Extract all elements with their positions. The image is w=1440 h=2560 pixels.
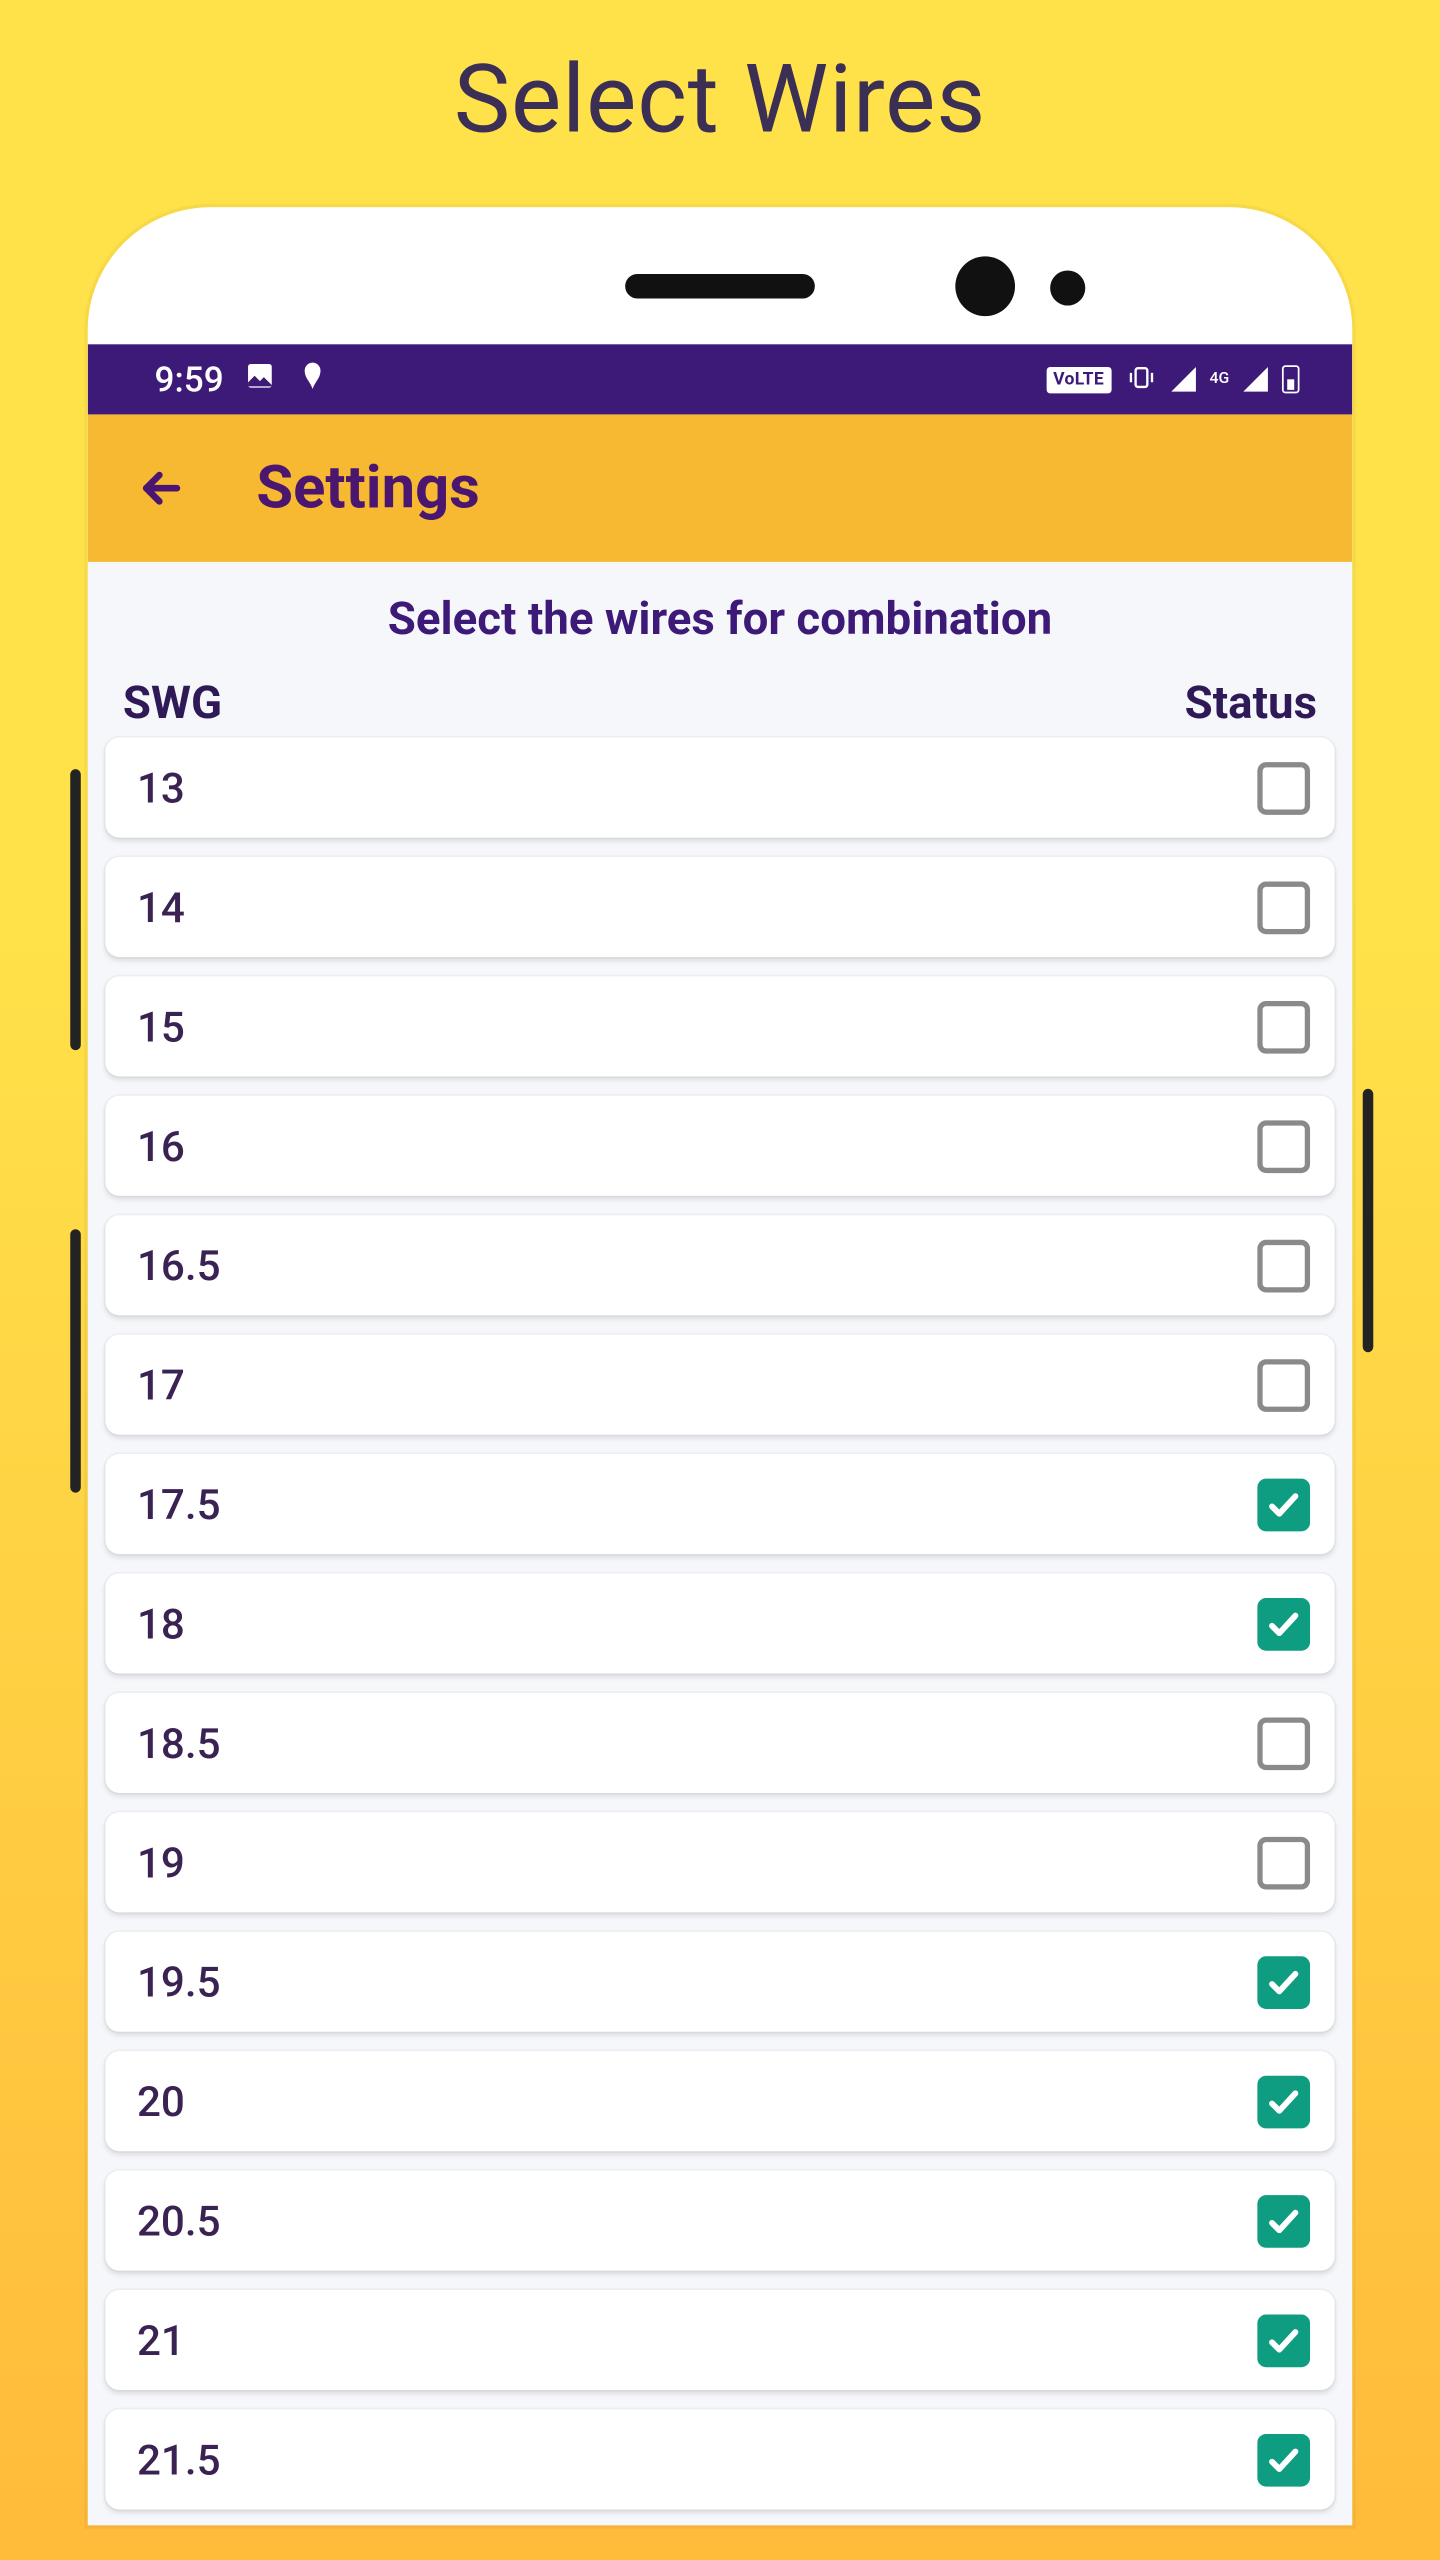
column-swg: SWG	[123, 678, 222, 731]
wire-status-checkbox[interactable]	[1257, 881, 1310, 934]
wire-status-checkbox[interactable]	[1257, 1717, 1310, 1770]
wire-row[interactable]: 21	[105, 2290, 1334, 2390]
back-button[interactable]	[119, 446, 203, 530]
phone-volume-up-button	[70, 769, 81, 1050]
wire-row-label: 17	[137, 1360, 185, 1409]
page-title: Select Wires	[0, 0, 1440, 156]
wire-row[interactable]: 13	[105, 738, 1334, 838]
wire-row[interactable]: 18.5	[105, 1693, 1334, 1793]
signal-icon	[1171, 367, 1196, 392]
wire-status-checkbox[interactable]	[1257, 1836, 1310, 1889]
wire-status-checkbox[interactable]	[1257, 1597, 1310, 1650]
wire-list: 13 14 15 16 16.5 17 17.5 18 18.5 19 19.5 20 20.5 21 21…	[88, 738, 1352, 2510]
wire-row[interactable]: 21.5	[105, 2409, 1334, 2509]
wire-row[interactable]: 19	[105, 1812, 1334, 1912]
wire-status-checkbox[interactable]	[1257, 1358, 1310, 1411]
app-notification-icon	[297, 358, 329, 400]
phone-power-button	[1363, 1089, 1374, 1352]
wire-row[interactable]: 20.5	[105, 2171, 1334, 2271]
wire-status-checkbox[interactable]	[1257, 2314, 1310, 2367]
wire-row-label: 18	[137, 1599, 185, 1648]
status-time: 9:59	[155, 358, 224, 400]
wire-status-checkbox[interactable]	[1257, 1955, 1310, 2008]
wire-row[interactable]: 17.5	[105, 1454, 1334, 1554]
wire-status-checkbox[interactable]	[1257, 1478, 1310, 1531]
battery-icon	[1282, 365, 1300, 393]
wire-row[interactable]: 16	[105, 1096, 1334, 1196]
appbar-title: Settings	[256, 453, 479, 523]
phone-volume-down-button	[70, 1229, 81, 1492]
wire-row[interactable]: 14	[105, 857, 1334, 957]
wire-row-label: 13	[137, 763, 185, 812]
wire-row-label: 16	[137, 1121, 185, 1170]
wire-row-label: 20	[137, 2077, 185, 2126]
wire-row-label: 16.5	[137, 1241, 221, 1290]
network-type-label: 4G	[1210, 372, 1230, 386]
wire-status-checkbox[interactable]	[1257, 2194, 1310, 2247]
wire-status-checkbox[interactable]	[1257, 2075, 1310, 2128]
wire-status-checkbox[interactable]	[1257, 1120, 1310, 1173]
phone-sensor-icon	[1050, 270, 1085, 305]
signal-roaming-icon	[1243, 367, 1268, 392]
wire-row-label: 17.5	[137, 1480, 221, 1529]
column-status: Status	[1185, 678, 1317, 731]
status-bar: 9:59 VoLTE 4G	[88, 344, 1352, 414]
column-headers: SWG Status	[88, 671, 1352, 738]
wire-row-label: 20.5	[137, 2196, 221, 2245]
wire-row-label: 19	[137, 1838, 185, 1887]
section-title: Select the wires for combination	[88, 562, 1352, 671]
vibrate-icon	[1125, 358, 1157, 400]
phone-camera-icon	[955, 256, 1015, 316]
arrow-left-icon	[135, 462, 188, 515]
phone-mockup: 9:59 VoLTE 4G	[88, 207, 1352, 2525]
settings-content: Select the wires for combination SWG Sta…	[88, 562, 1352, 2525]
volte-badge-icon: VoLTE	[1046, 366, 1111, 392]
wire-status-checkbox[interactable]	[1257, 1239, 1310, 1292]
gallery-icon	[245, 358, 277, 400]
wire-status-checkbox[interactable]	[1257, 761, 1310, 814]
wire-row[interactable]: 17	[105, 1335, 1334, 1435]
phone-notch-area	[88, 207, 1352, 344]
app-bar: Settings	[88, 414, 1352, 562]
wire-row[interactable]: 16.5	[105, 1215, 1334, 1315]
wire-row-label: 14	[137, 882, 185, 931]
wire-row[interactable]: 18	[105, 1573, 1334, 1673]
phone-speaker	[625, 274, 815, 299]
wire-status-checkbox[interactable]	[1257, 2433, 1310, 2486]
wire-status-checkbox[interactable]	[1257, 1000, 1310, 1053]
wire-row-label: 21	[137, 2315, 185, 2364]
wire-row[interactable]: 15	[105, 976, 1334, 1076]
wire-row[interactable]: 19.5	[105, 1932, 1334, 2032]
wire-row-label: 19.5	[137, 1957, 221, 2006]
wire-row-label: 15	[137, 1002, 185, 1051]
wire-row-label: 21.5	[137, 2435, 221, 2484]
wire-row-label: 18.5	[137, 1718, 221, 1767]
wire-row[interactable]: 20	[105, 2051, 1334, 2151]
